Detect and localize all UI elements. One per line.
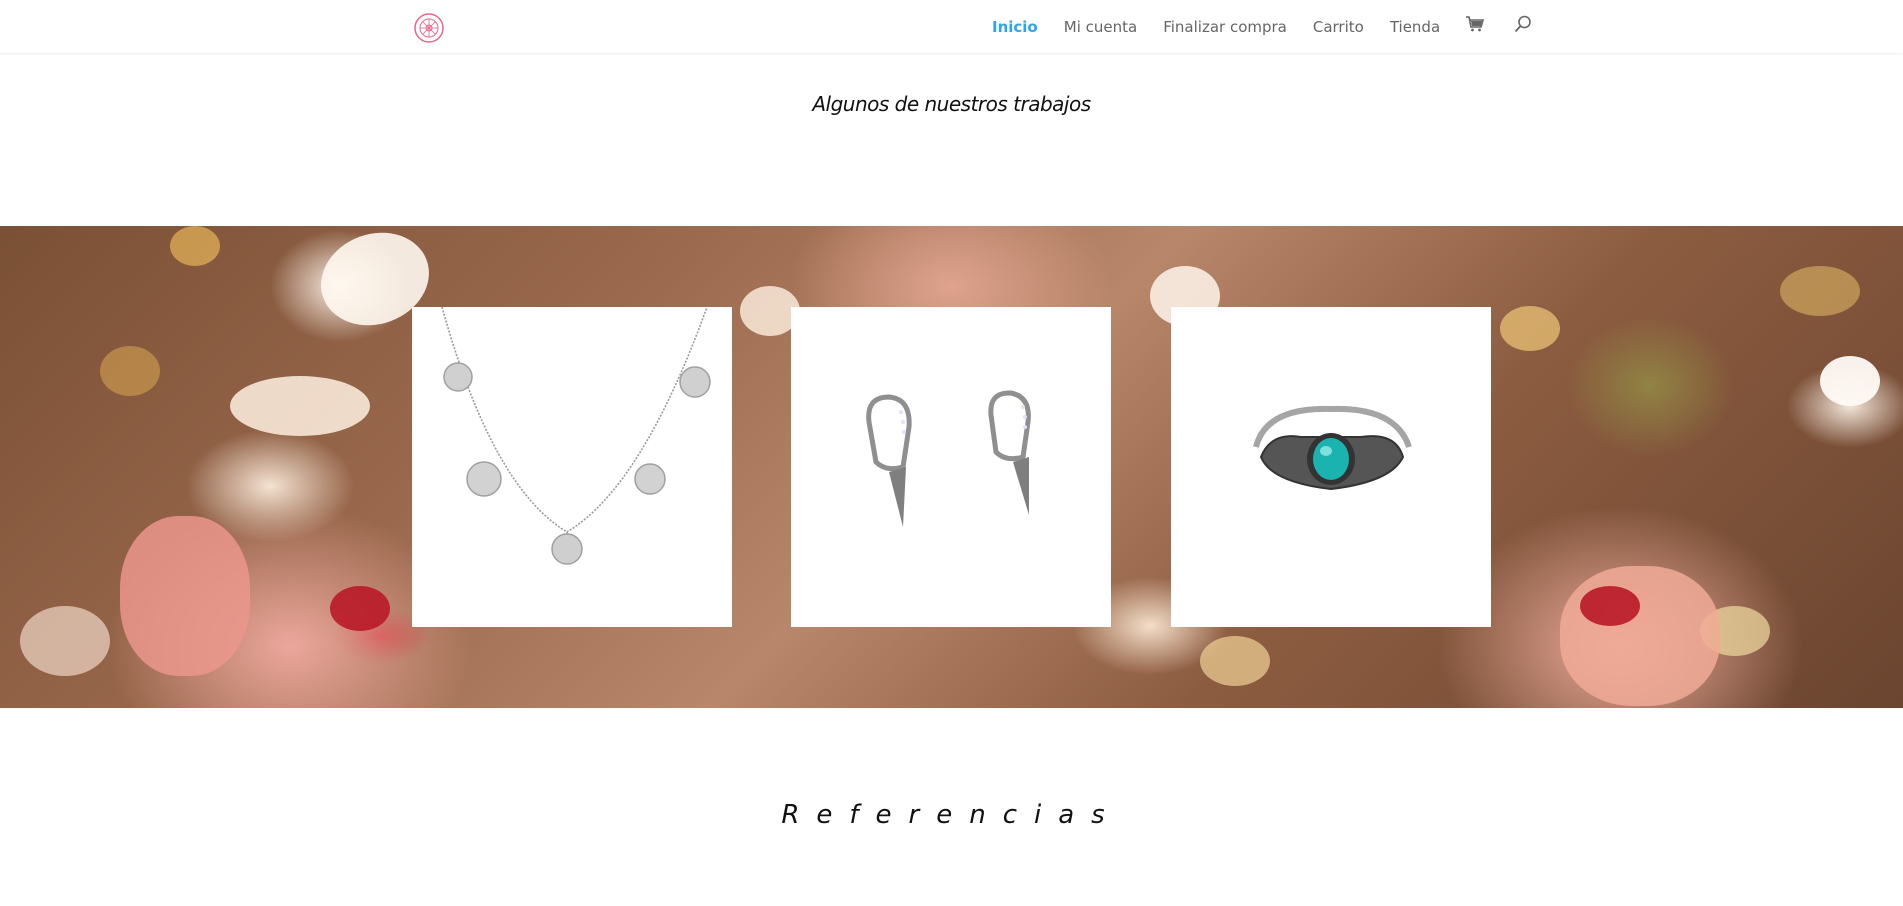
logo-icon[interactable] xyxy=(413,12,445,44)
gallery-card-earrings[interactable] xyxy=(791,307,1111,627)
bokeh-heart xyxy=(1780,266,1860,316)
finger xyxy=(120,516,250,676)
earrings-image xyxy=(866,390,1031,527)
cart-icon[interactable] xyxy=(1466,16,1485,37)
nail xyxy=(1580,586,1640,626)
bokeh-heart xyxy=(100,346,160,396)
finger xyxy=(1560,566,1720,706)
necklace-image xyxy=(441,307,711,565)
references-title: Referencias xyxy=(781,800,1122,830)
bokeh-heart xyxy=(1820,356,1880,406)
section-title: Algunos de nuestros trabajos xyxy=(812,92,1091,116)
nail xyxy=(330,586,390,631)
site-header: Inicio Mi cuenta Finalizar compra Carrit… xyxy=(0,0,1903,53)
gallery-card-ring[interactable] xyxy=(1171,307,1491,627)
nav-link-mi-cuenta[interactable]: Mi cuenta xyxy=(1064,18,1137,36)
bokeh-heart xyxy=(1500,306,1560,351)
gallery-card-necklace[interactable] xyxy=(412,307,732,627)
nav-link-inicio[interactable]: Inicio xyxy=(992,18,1038,36)
nav-link-carrito[interactable]: Carrito xyxy=(1313,18,1364,36)
nav-link-finalizar-compra[interactable]: Finalizar compra xyxy=(1163,18,1287,36)
gallery-banner xyxy=(0,226,1903,708)
bokeh-heart xyxy=(230,376,370,436)
nav-link-tienda[interactable]: Tienda xyxy=(1390,18,1440,36)
search-icon[interactable] xyxy=(1514,15,1532,38)
bokeh-heart xyxy=(20,606,110,676)
ring-image xyxy=(1253,405,1412,491)
main-navigation: Inicio Mi cuenta Finalizar compra Carrit… xyxy=(992,0,1532,53)
bokeh-heart xyxy=(1200,636,1270,686)
bokeh-heart xyxy=(170,226,220,266)
